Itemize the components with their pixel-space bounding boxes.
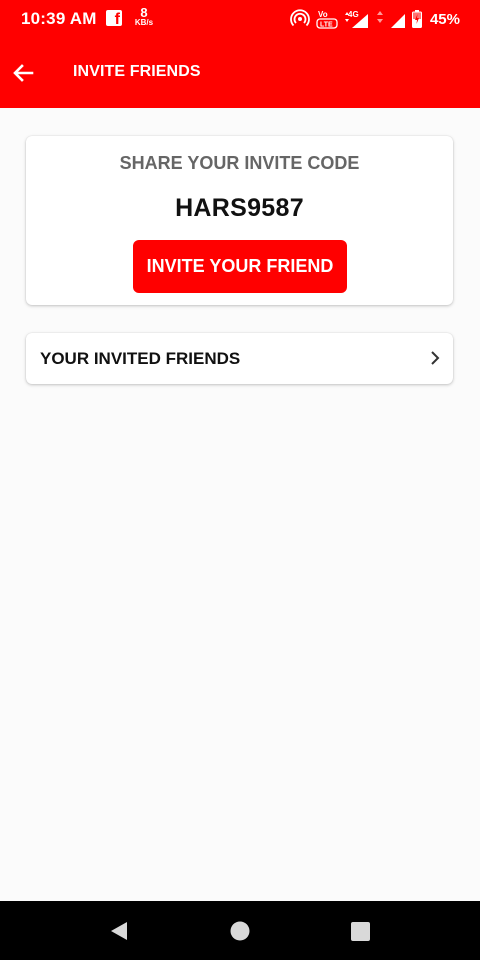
square-recents-icon[interactable] [348, 919, 372, 943]
page-title: INVITE FRIENDS [73, 63, 201, 80]
data-arrows-icon [376, 11, 383, 23]
svg-text:4G: 4G [348, 10, 359, 19]
share-invite-code-heading: SHARE YOUR INVITE CODE [119, 153, 360, 173]
chevron-right-icon [431, 351, 440, 365]
invited-friends-row[interactable]: YOUR INVITED FRIENDS [26, 333, 453, 384]
header: 10:39 AM f 8 KB/s Vo LTE 4G 45% INVITE F… [0, 0, 480, 108]
circle-home-icon[interactable] [228, 919, 252, 943]
network-speed-unit: KB/s [134, 18, 154, 27]
battery-percentage: 45% [429, 10, 460, 28]
status-bar: 10:39 AM f 8 KB/s Vo LTE 4G 45% [0, 0, 480, 38]
status-icons: Vo LTE 4G 45% [290, 8, 460, 30]
share-invite-card: SHARE YOUR INVITE CODE HARS9587 INVITE Y… [26, 136, 453, 305]
svg-text:Vo: Vo [318, 10, 328, 19]
hotspot-icon [290, 9, 310, 27]
triangle-back-icon[interactable] [107, 919, 131, 943]
signal-4g-icon: 4G [344, 10, 368, 28]
battery-icon [411, 10, 422, 28]
arrow-left-icon [13, 64, 34, 82]
volte-icon: Vo LTE [316, 10, 338, 29]
signal-icon [390, 14, 405, 28]
network-speed: 8 KB/s [133, 6, 155, 27]
back-button[interactable] [8, 58, 38, 88]
status-time: 10:39 AM [21, 9, 97, 28]
invited-friends-label: YOUR INVITED FRIENDS [40, 349, 241, 368]
svg-text:LTE: LTE [320, 22, 333, 29]
invite-code: HARS9587 [175, 194, 304, 222]
app-bar: INVITE FRIENDS [0, 38, 480, 108]
invite-friend-button[interactable]: INVITE YOUR FRIEND [133, 240, 347, 293]
system-navigation-bar [0, 901, 480, 960]
facebook-notification-icon: f [106, 10, 122, 28]
